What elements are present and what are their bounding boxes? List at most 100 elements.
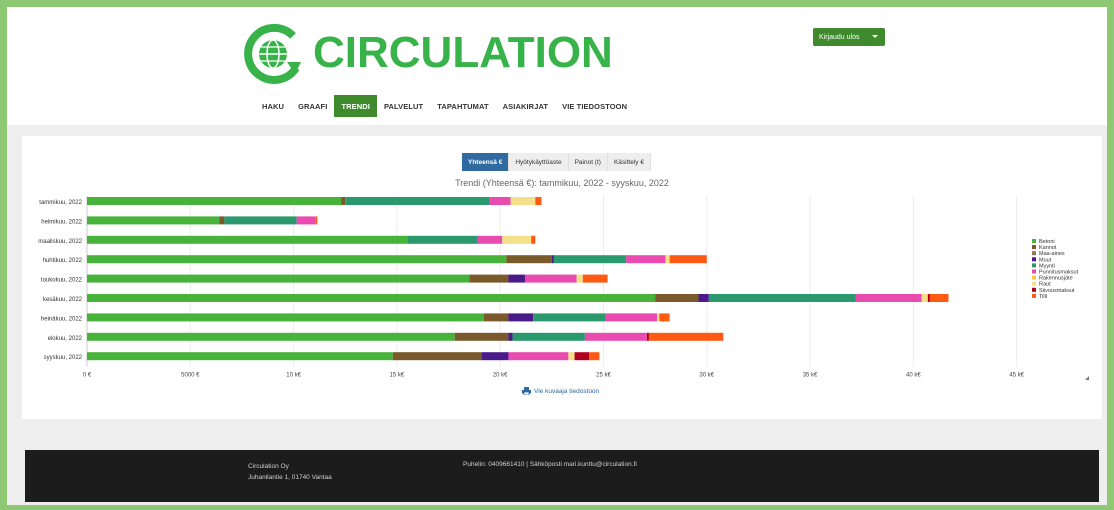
tab-hyotykayttoaste[interactable]: Hyötykäyttöaste <box>509 153 569 171</box>
y-tick-label: heinäkuu, 2022 <box>41 316 83 322</box>
printer-icon <box>522 387 531 395</box>
tab-yhteensa[interactable]: Yhteensä € <box>462 153 510 171</box>
y-tick-label: tammikuu, 2022 <box>39 200 82 206</box>
bar-segment <box>315 216 318 225</box>
legend-item: Muut <box>1039 257 1052 263</box>
nav-item-palvelut[interactable]: PALVELUT <box>377 95 430 117</box>
bar-segment <box>87 255 507 264</box>
y-tick-label: toukokuu, 2022 <box>41 278 83 284</box>
x-tick-label: 5000 € <box>181 373 200 379</box>
legend-item: Punnitusmaksut <box>1039 270 1079 276</box>
bar-segment <box>477 235 503 244</box>
x-tick-label: 25 k€ <box>596 373 611 379</box>
x-tick-label: 40 k€ <box>906 373 921 379</box>
legend-swatch <box>1032 239 1036 243</box>
footer-contact: Puhelin: 0409661410 | Sähköposti mari.ku… <box>463 461 637 468</box>
bar-segment <box>655 294 699 302</box>
bar-segment <box>626 255 666 264</box>
caret-down-icon <box>872 35 878 38</box>
legend-swatch <box>1032 293 1036 298</box>
legend-swatch <box>1032 281 1036 286</box>
page-frame: CIRCULATION Kirjaudu ulos HAKU GRAAFI TR… <box>7 7 1107 505</box>
bar-segment <box>646 332 649 341</box>
legend-swatch <box>1032 263 1036 268</box>
export-link-label: Vie kuvaaja tiedostoon <box>534 387 600 395</box>
bar-segment <box>481 352 509 361</box>
legend-swatch <box>1032 257 1036 262</box>
y-tick-label: helmikuu, 2022 <box>41 219 82 225</box>
legend-item: Rakennusjäte <box>1039 276 1073 282</box>
bar-segment <box>669 255 707 264</box>
bar-segment <box>87 235 408 244</box>
bar-segment <box>87 352 393 361</box>
nav-item-vie-tiedostoon[interactable]: VIE TIEDOSTOON <box>555 95 634 117</box>
tab-kasittely[interactable]: Käsittely € <box>607 153 651 171</box>
legend-swatch <box>1032 269 1036 274</box>
bar-segment <box>524 274 577 283</box>
bar-segment <box>535 197 542 205</box>
bar-segment <box>508 274 525 283</box>
y-tick-label: elokuu, 2022 <box>48 336 83 342</box>
x-tick-label: 30 k€ <box>699 373 714 379</box>
x-tick-label: 45 k€ <box>1009 373 1024 379</box>
chart-panel: Yhteensä € Hyötykäyttöaste Painot (t) Kä… <box>22 136 1102 419</box>
bar-segment <box>574 352 590 361</box>
bar-segment <box>582 274 608 283</box>
bar-segment <box>87 216 220 225</box>
bar-segment <box>605 313 658 322</box>
bar-segment <box>392 352 482 361</box>
footer-address: Juhanilantie 1, 01740 Vantaa <box>248 474 332 481</box>
bar-segment <box>341 197 346 205</box>
brand-name: CIRCULATION <box>313 28 613 77</box>
bar-segment <box>512 332 585 341</box>
export-chart-link[interactable]: Vie kuvaaja tiedostoon <box>522 387 599 395</box>
bar-segment <box>665 255 670 264</box>
nav-item-trendi[interactable]: TRENDI <box>334 95 377 117</box>
bar-segment <box>506 255 552 264</box>
bar-segment <box>855 294 922 302</box>
bar-segment <box>87 332 455 341</box>
resize-handle-icon <box>1085 376 1089 380</box>
legend-swatch <box>1032 275 1036 280</box>
bar-segment <box>454 332 509 341</box>
bar-segment <box>502 235 532 244</box>
bar-segment <box>648 332 724 341</box>
bar-segment <box>87 294 656 302</box>
bar-segment <box>87 197 342 205</box>
nav-item-graafi[interactable]: GRAAFI <box>291 95 334 117</box>
logo[interactable]: CIRCULATION <box>243 24 613 84</box>
bar-segment <box>508 352 569 361</box>
bar-segment <box>87 274 470 283</box>
bar-segment <box>224 216 297 225</box>
nav-item-haku[interactable]: HAKU <box>255 95 291 117</box>
bar-segment <box>708 294 856 302</box>
bar-segment <box>657 313 660 322</box>
bar-segment <box>483 313 509 322</box>
legend-item: Myynti <box>1039 263 1055 269</box>
tab-painot[interactable]: Painot (t) <box>568 153 608 171</box>
bar-segment <box>508 313 534 322</box>
logout-button-label: Kirjaudu ulos <box>819 33 860 41</box>
bar-segment <box>219 216 225 225</box>
nav-item-asiakirjat[interactable]: ASIAKIRJAT <box>496 95 555 117</box>
bar-segment <box>929 294 949 302</box>
nav-item-tapahtumat[interactable]: TAPAHTUMAT <box>430 95 495 117</box>
footer-company: Circulation Oy <box>248 463 289 470</box>
legend-item: Maa-aines <box>1039 251 1065 257</box>
legend-item: Betoni <box>1039 239 1055 245</box>
y-tick-label: huhtikuu, 2022 <box>43 258 83 264</box>
bar-segment <box>589 352 600 361</box>
legend-item: Siivousmaksut <box>1039 288 1075 294</box>
x-tick-label: 0 € <box>83 373 92 379</box>
bar-segment <box>508 332 513 341</box>
legend-swatch <box>1032 245 1036 250</box>
bar-segment <box>533 313 606 322</box>
logout-button[interactable]: Kirjaudu ulos <box>813 28 885 46</box>
bar-segment <box>553 255 627 264</box>
bar-segment <box>407 235 478 244</box>
chart-tabs: Yhteensä € Hyötykäyttöaste Painot (t) Kä… <box>462 153 651 171</box>
chart-title: Trendi (Yhteensä €): tammikuu, 2022 - sy… <box>455 178 669 188</box>
x-tick-label: 20 k€ <box>493 373 508 379</box>
bar-segment <box>927 294 930 302</box>
bar-segment <box>296 216 316 225</box>
